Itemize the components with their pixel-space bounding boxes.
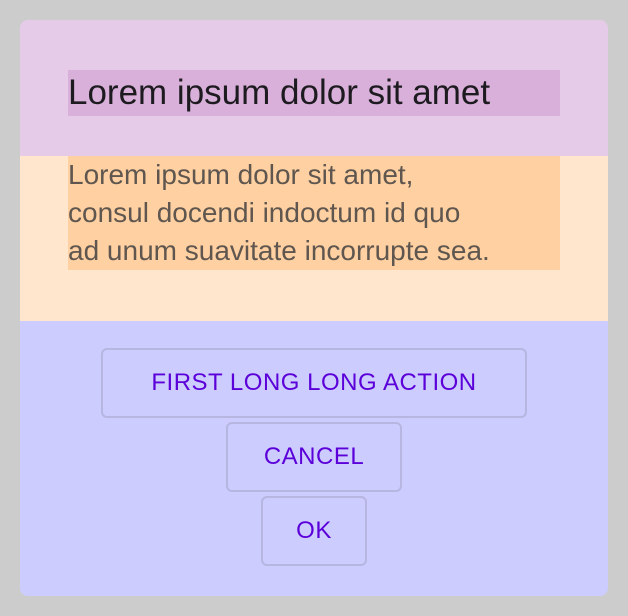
cancel-button[interactable]: CANCEL (226, 422, 402, 492)
dialog-actions: FIRST LONG LONG ACTION CANCEL OK (20, 321, 608, 596)
dialog-body-section: Lorem ipsum dolor sit amet, consul docen… (20, 156, 608, 321)
dialog-title-section: Lorem ipsum dolor sit amet (20, 20, 608, 156)
dialog-body-text: Lorem ipsum dolor sit amet, consul docen… (68, 156, 560, 270)
ok-button[interactable]: OK (261, 496, 367, 566)
body-line: ad unum suavitate incorrupte sea. (68, 235, 490, 266)
body-line: consul docendi indoctum id quo (68, 197, 461, 228)
dialog: Lorem ipsum dolor sit amet Lorem ipsum d… (20, 20, 608, 596)
dialog-title: Lorem ipsum dolor sit amet (68, 70, 560, 116)
first-long-action-button[interactable]: FIRST LONG LONG ACTION (101, 348, 527, 418)
body-line: Lorem ipsum dolor sit amet, (68, 159, 414, 190)
